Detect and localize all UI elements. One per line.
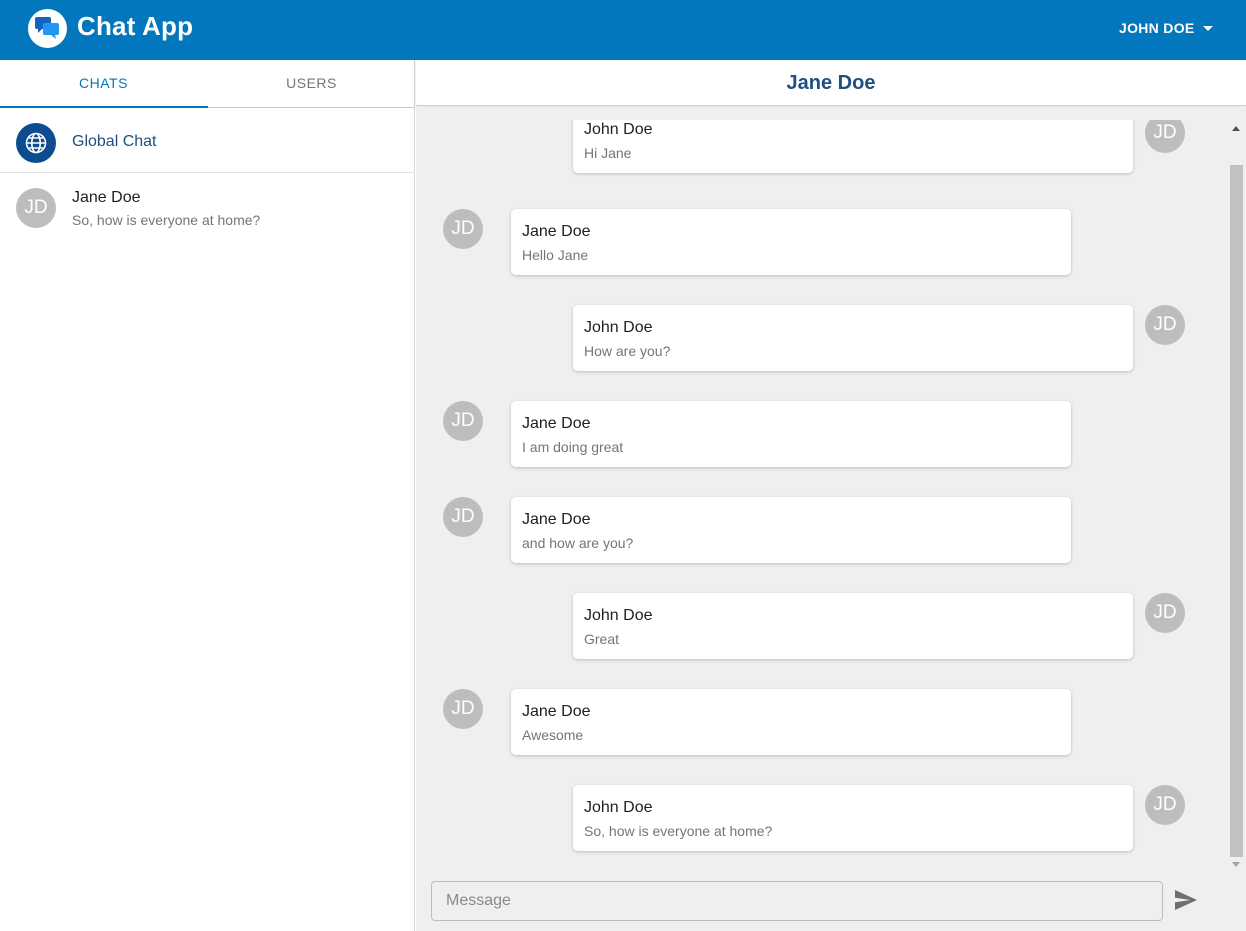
message-sender: John Doe [584, 799, 653, 816]
message-sender: Jane Doe [522, 223, 591, 240]
chat-title: Jane Doe [786, 72, 876, 94]
chat-list-item-global[interactable]: Global Chat [0, 109, 415, 173]
avatar: JD [443, 209, 483, 249]
user-menu-label: JOHN DOE [1119, 20, 1195, 36]
sidebar-tabs: CHATS USERS [0, 60, 415, 108]
app-title: Chat App [77, 11, 194, 41]
caret-down-icon [1202, 25, 1213, 31]
message-text: Hi Jane [584, 145, 632, 161]
message-text: How are you? [584, 343, 671, 359]
messages-area: John Doe Hi Jane JD Jane Doe Hello Jane … [416, 107, 1246, 931]
chat-list-item-jane-doe[interactable]: JD Jane Doe So, how is everyone at home? [0, 174, 415, 248]
app-bar: Chat App JOHN DOE [0, 0, 1246, 60]
avatar: JD [443, 497, 483, 537]
send-button[interactable] [1174, 889, 1200, 913]
tab-users[interactable]: USERS [208, 60, 415, 108]
message-bubble: Jane Doe Awesome [511, 689, 1071, 755]
message-bubble: Jane Doe and how are you? [511, 497, 1071, 563]
avatar: JD [1145, 120, 1185, 153]
globe-icon [16, 123, 56, 163]
message-list: John Doe Hi Jane JD Jane Doe Hello Jane … [416, 120, 1228, 865]
message-bubble: John Doe Great [573, 593, 1133, 659]
chat-list-item-name: Jane Doe [72, 189, 141, 206]
avatar: JD [1145, 305, 1185, 345]
message-sender: Jane Doe [522, 415, 591, 432]
scrollbar-thumb[interactable] [1230, 165, 1243, 857]
message-text: Hello Jane [522, 247, 589, 263]
message-bubble: John Doe How are you? [573, 305, 1133, 371]
message-sender: John Doe [584, 121, 653, 138]
message-input[interactable] [431, 881, 1163, 921]
avatar: JD [443, 689, 483, 729]
scroll-up-arrow-icon[interactable] [1232, 126, 1240, 131]
message-bubble: Jane Doe I am doing great [511, 401, 1071, 467]
message-text: and how are you? [522, 535, 634, 551]
message-sender: Jane Doe [522, 511, 591, 528]
avatar: JD [1145, 785, 1185, 825]
avatar: JD [16, 188, 56, 228]
send-icon [1175, 890, 1197, 910]
message-bubble: Jane Doe Hello Jane [511, 209, 1071, 275]
message-text: Great [584, 631, 620, 647]
message-bubble: John Doe Hi Jane [573, 120, 1133, 173]
chat-header: Jane Doe [416, 60, 1246, 106]
message-text: Awesome [522, 727, 584, 743]
chat-list-item-preview: So, how is everyone at home? [72, 212, 261, 228]
avatar: JD [1145, 593, 1185, 633]
scroll-down-arrow-icon[interactable] [1232, 862, 1240, 867]
message-sender: Jane Doe [522, 703, 591, 720]
chat-list-item-label: Global Chat [72, 133, 157, 150]
user-menu-button[interactable]: JOHN DOE [1112, 13, 1220, 43]
message-list-scrollbar[interactable] [1228, 120, 1245, 873]
message-bubble: John Doe So, how is everyone at home? [573, 785, 1133, 851]
message-sender: John Doe [584, 319, 653, 336]
tab-chats[interactable]: CHATS [0, 60, 207, 108]
message-sender: John Doe [584, 607, 653, 624]
chat-bubbles-icon [28, 9, 67, 48]
message-text: So, how is everyone at home? [584, 823, 773, 839]
sidebar: CHATS USERS Global Chat JD Jane Doe So, … [0, 60, 415, 931]
message-text: I am doing great [522, 439, 624, 455]
avatar: JD [443, 401, 483, 441]
active-tab-indicator [0, 106, 208, 108]
